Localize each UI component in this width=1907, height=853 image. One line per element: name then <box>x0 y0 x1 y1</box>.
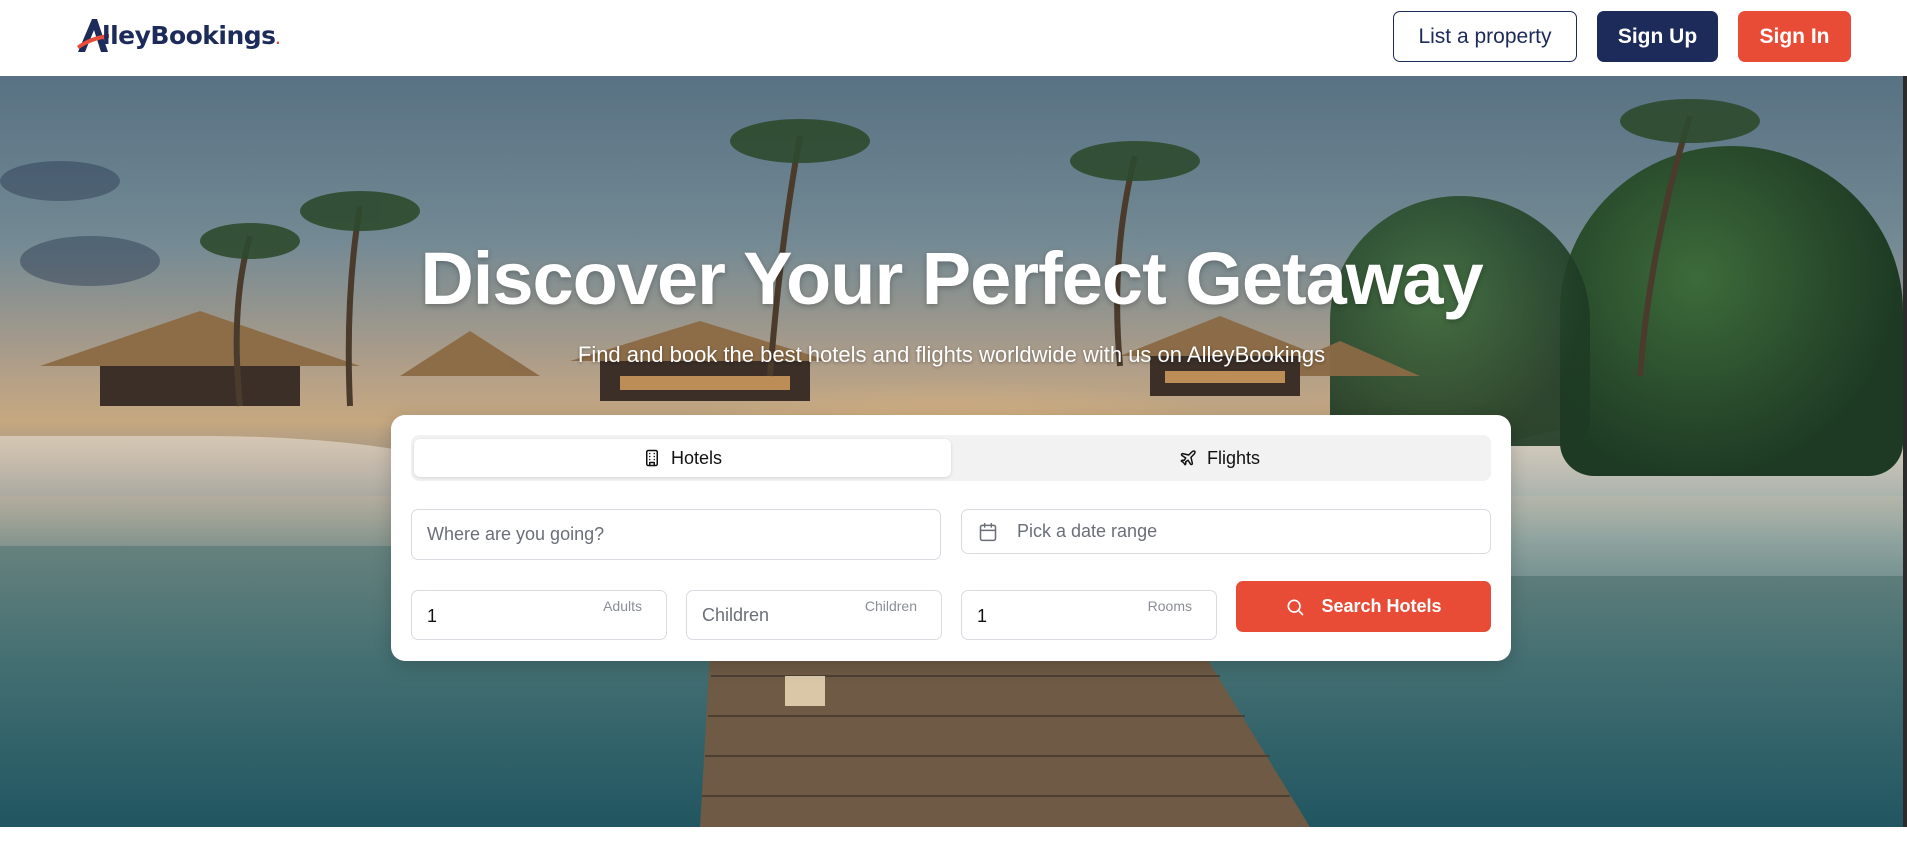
building-icon <box>645 449 658 467</box>
tab-flights-label: Flights <box>1206 447 1260 468</box>
destination-field[interactable] <box>411 509 941 560</box>
plane-icon <box>1180 450 1196 466</box>
children-label: Children <box>864 598 917 614</box>
hero-title: Discover Your Perfect Getaway <box>420 237 1483 320</box>
adults-field[interactable]: 1 Adults <box>411 590 667 640</box>
children-field[interactable]: Children <box>686 590 942 640</box>
search-tabs: Hotels Flights <box>411 435 1491 481</box>
top-navbar: lleyBookings. List a property Sign Up Si… <box>0 0 1907 76</box>
destination-input[interactable] <box>412 510 940 559</box>
date-range-field[interactable] <box>961 509 1491 554</box>
adults-value: 1 <box>427 606 438 626</box>
rooms-field[interactable]: 1 Rooms <box>961 590 1217 640</box>
list-property-label: List a property <box>1418 24 1552 48</box>
search-card: Hotels Flights 1 Adults Children 1 Rooms <box>391 415 1511 661</box>
logo-wordmark: lleyBookings. <box>102 20 280 50</box>
tab-flights[interactable]: Flights <box>951 439 1488 477</box>
search-icon <box>1287 599 1304 615</box>
adults-label: Adults <box>603 598 642 614</box>
hero-subtitle: Find and book the best hotels and flight… <box>577 342 1326 367</box>
sign-in-button[interactable]: Sign In <box>1738 11 1851 62</box>
date-range-input[interactable] <box>962 510 1490 553</box>
sign-up-label: Sign Up <box>1617 24 1698 48</box>
sign-in-label: Sign In <box>1759 24 1830 48</box>
sign-up-button[interactable]: Sign Up <box>1597 11 1718 62</box>
tab-hotels[interactable]: Hotels <box>414 439 951 477</box>
rooms-label: Rooms <box>1147 598 1192 614</box>
list-property-button[interactable]: List a property <box>1393 11 1577 62</box>
page-scrollbar[interactable] <box>1903 76 1907 827</box>
search-hotels-label: Search Hotels <box>1321 596 1442 616</box>
search-hotels-button[interactable]: Search Hotels <box>1236 581 1491 632</box>
tab-hotels-label: Hotels <box>670 447 723 468</box>
rooms-value: 1 <box>977 606 988 626</box>
alleybookings-logo[interactable]: lleyBookings. <box>76 14 280 56</box>
